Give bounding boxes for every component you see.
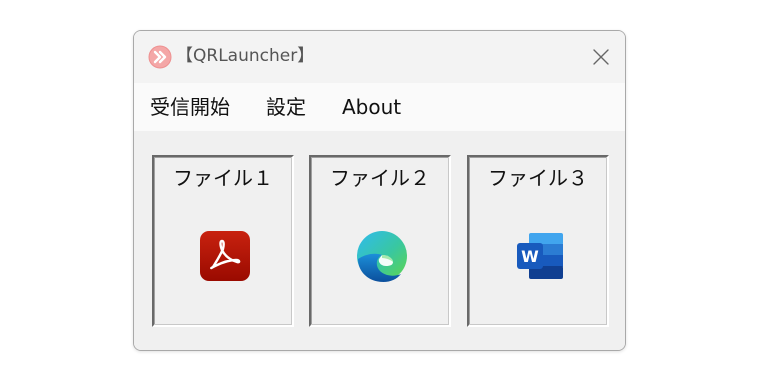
menu-bar: 受信開始 設定 About bbox=[134, 83, 625, 131]
svg-text:W: W bbox=[521, 247, 539, 266]
launcher-label: ファイル２ bbox=[330, 166, 430, 190]
menu-item-settings[interactable]: 設定 bbox=[266, 93, 306, 121]
close-icon bbox=[593, 49, 609, 65]
title-bar[interactable]: 【QRLauncher】 bbox=[134, 31, 625, 83]
close-button[interactable] bbox=[585, 41, 617, 73]
pdf-icon bbox=[200, 231, 250, 281]
qrlauncher-window: 【QRLauncher】 受信開始 設定 About ファイル１ ファイル２ フ… bbox=[133, 30, 626, 351]
launcher-button-file1[interactable]: ファイル１ bbox=[152, 155, 294, 327]
window-title: 【QRLauncher】 bbox=[176, 46, 315, 66]
launcher-label: ファイル３ bbox=[488, 166, 588, 190]
word-icon: W bbox=[517, 233, 563, 279]
launcher-button-file3[interactable]: ファイル３ W bbox=[467, 155, 609, 327]
qrlauncher-app-icon bbox=[148, 45, 172, 69]
launcher-button-file2[interactable]: ファイル２ bbox=[309, 155, 451, 327]
launcher-label: ファイル１ bbox=[173, 166, 273, 190]
menu-item-about[interactable]: About bbox=[342, 93, 401, 121]
menu-item-start-receiving[interactable]: 受信開始 bbox=[150, 93, 230, 121]
edge-browser-icon bbox=[357, 231, 407, 282]
